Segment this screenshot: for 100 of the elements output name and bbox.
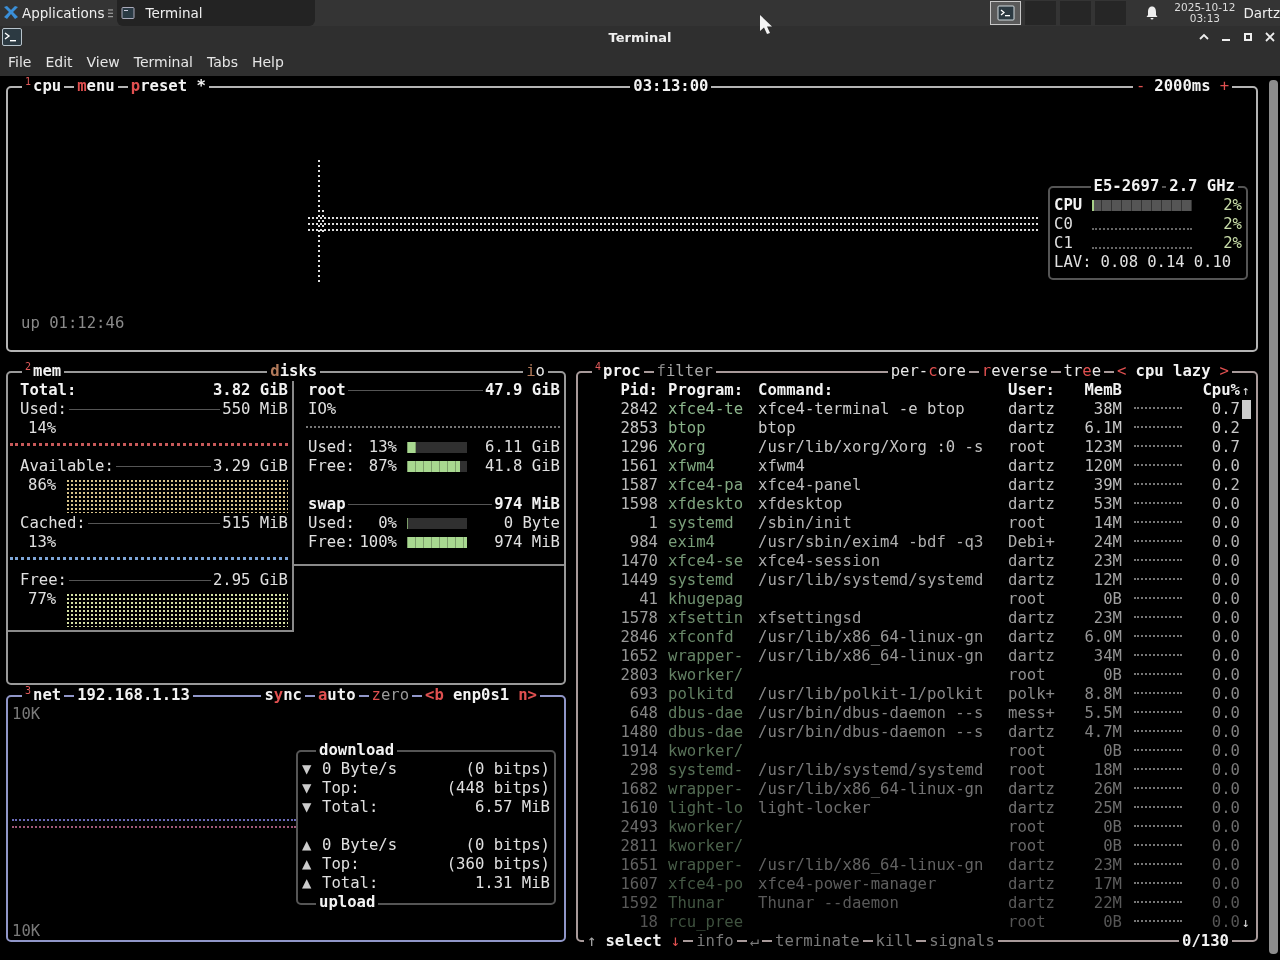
cpu-cell-text: 0.0 [1210, 514, 1240, 533]
column-header[interactable]: User: [1008, 381, 1064, 400]
menu-item[interactable]: File [4, 51, 40, 73]
column-header[interactable]: Program: [668, 381, 748, 400]
cpu-cell-text: 0.7 [1210, 438, 1240, 457]
program-cell-text: wrapper- [668, 780, 745, 799]
select-button[interactable]: select [605, 932, 662, 951]
cpu-cell-text: 0.0 [1210, 647, 1240, 666]
next-sort-button[interactable]: > [1219, 362, 1229, 381]
applications-menu-button[interactable]: Applications [0, 0, 108, 26]
program-cell-text: xfsettin [668, 609, 745, 628]
disk-size: 974 MiB [494, 495, 560, 514]
stat-label: Total: [322, 798, 379, 817]
column-header[interactable]: MemB [1074, 381, 1122, 400]
cpu-cell-text: 0.2 [1210, 419, 1240, 438]
maximize-icon[interactable] [1242, 31, 1254, 43]
core-percent: 2% [1223, 234, 1242, 253]
user-name[interactable]: Dartz [1243, 5, 1280, 21]
cpu-cell-text: 0.0 [1210, 590, 1240, 609]
menu-item[interactable]: Tabs [202, 51, 246, 73]
memory-cell-text: 0B [1102, 837, 1122, 856]
increase-button[interactable]: + [1219, 77, 1229, 96]
command-cell-text: light-locker [758, 799, 872, 818]
memory-value: 3.82 GiB [212, 381, 288, 400]
close-icon[interactable] [1264, 31, 1276, 43]
program-cell-text: dbus-dae [668, 704, 745, 723]
user-cell-text: dartz [1008, 476, 1056, 495]
user-cell-text: root [1008, 837, 1047, 856]
user-cell-text: root [1008, 742, 1047, 761]
user-cell-text: dartz [1008, 780, 1056, 799]
command-cell-text: /usr/lib/x86_64-linux-gn [758, 780, 985, 799]
memory-cell-text: 24M [1092, 533, 1122, 552]
pid-cell-text: 1592 [619, 894, 658, 913]
program-cell-text: kworker/ [668, 818, 745, 837]
scroll-down-arrow[interactable]: ↓ [1242, 913, 1250, 932]
command-cell-text: /usr/lib/x86_64-linux-gn [758, 647, 985, 666]
mouse-cursor-icon [760, 15, 772, 34]
menu-item[interactable]: View [82, 51, 128, 73]
user-cell-text: dartz [1008, 419, 1056, 438]
memory-label: Available: [20, 457, 114, 476]
user-cell-text: dartz [1008, 457, 1056, 476]
drag-handle-icon [108, 7, 114, 19]
pid-cell-text: 1651 [619, 856, 658, 875]
update-interval: 2000ms [1154, 77, 1211, 96]
command-cell-text: /usr/lib/systemd/systemd [758, 761, 985, 780]
program-cell-text: xfdeskto [668, 495, 745, 514]
sort-label: cpu lazy [1135, 362, 1211, 381]
window-scrollbar[interactable] [1269, 80, 1278, 954]
disk-label: Free: [308, 457, 355, 476]
memory-cell-text: 0B [1102, 742, 1122, 761]
command-cell-text: xfdesktop [758, 495, 844, 514]
previous-sort-button[interactable]: < [1117, 362, 1127, 381]
taskbar-button[interactable]: Terminal [117, 0, 316, 26]
pid-cell-text: 1598 [619, 495, 658, 514]
column-header[interactable]: Command: [758, 381, 998, 400]
column-header[interactable]: Cpu% [1194, 381, 1240, 400]
disk-meter [407, 537, 467, 548]
pid-cell-text: 1480 [619, 723, 658, 742]
user-cell-text: root [1008, 590, 1047, 609]
user-cell-text: dartz [1008, 856, 1056, 875]
pid-cell-text: 693 [628, 685, 658, 704]
cpu-cell-text: 0.0 [1210, 685, 1240, 704]
scrollbar-thumb[interactable] [1241, 400, 1251, 419]
pid-cell-text: 1561 [619, 457, 658, 476]
pid-cell-text: 1652 [619, 647, 658, 666]
cpu-cell-text: 0.0 [1210, 761, 1240, 780]
command-cell-text: /usr/lib/x86_64-linux-gn [758, 628, 985, 647]
disk-percent: 100% [358, 533, 397, 552]
panel-title: $^{1}$ cpu [22, 77, 65, 96]
pid-cell-text: 1296 [619, 438, 658, 457]
disk-meter [407, 461, 467, 472]
command-cell-text: /usr/lib/systemd/systemd [758, 571, 985, 590]
memory-value: 2.95 GiB [212, 571, 288, 590]
scroll-up-arrow[interactable]: ↑ [1242, 381, 1250, 400]
program-cell-text: kworker/ [668, 837, 745, 856]
terminal-icon [2, 28, 22, 46]
user-cell-text: Debi+ [1008, 533, 1056, 552]
column-header[interactable]: Pid: [584, 381, 658, 400]
box-title: upload [316, 893, 379, 912]
app-menu-icon [3, 5, 19, 21]
panel-clock[interactable]: 2025-10-12 03:13 [1174, 2, 1236, 24]
core-label: C0 [1054, 215, 1074, 234]
pid-cell-text: 41 [638, 590, 658, 609]
program-cell-text: Thunar [668, 894, 726, 913]
stat-label: Top: [322, 779, 360, 798]
user-cell-text: root [1008, 514, 1047, 533]
menu-item[interactable]: Terminal [129, 51, 201, 73]
menu-item[interactable]: Help [247, 51, 292, 73]
decrease-button[interactable]: - [1135, 77, 1146, 96]
cpu-cell-text: 0.0 [1210, 875, 1240, 894]
pid-cell-text: 1449 [619, 571, 658, 590]
command-cell-text: /usr/sbin/exim4 -bdf -q3 [758, 533, 985, 552]
menu-button[interactable]: preset * [127, 77, 209, 96]
menu-item[interactable]: Edit [41, 51, 81, 73]
workspace-button[interactable] [990, 1, 1022, 25]
next-interface-button[interactable]: n> [518, 686, 537, 705]
previous-interface-button[interactable]: <b [425, 686, 444, 705]
user-cell-text: dartz [1008, 609, 1056, 628]
memory-cell-text: 18M [1092, 761, 1122, 780]
cpu-cell-text: 0.0 [1210, 894, 1240, 913]
